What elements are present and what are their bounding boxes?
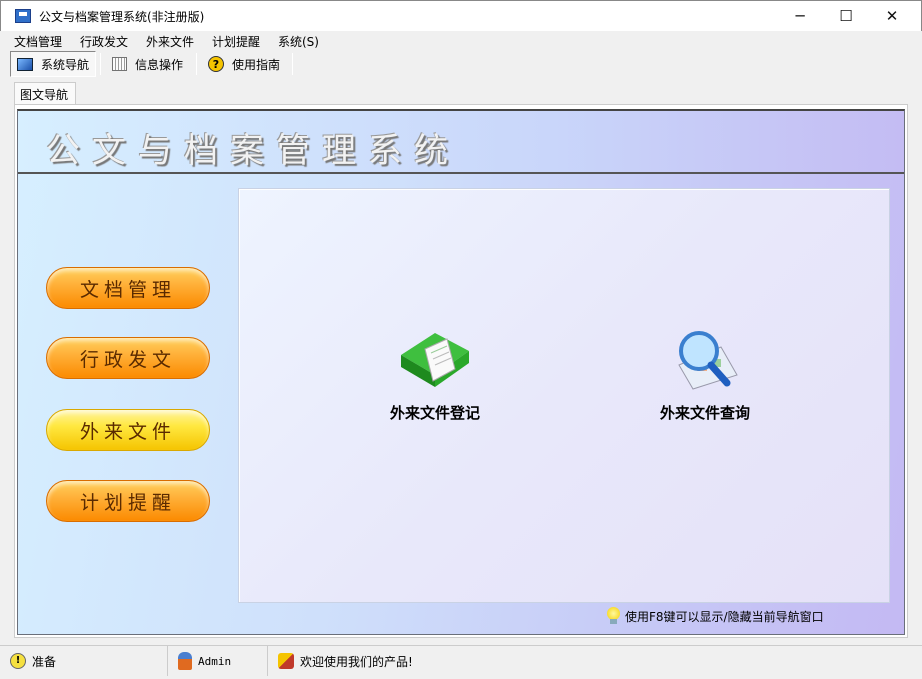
title-bar: 公文与档案管理系统(非注册版) ─ ☐ ✕ [0,0,922,31]
toolbar-label: 使用指南 [232,57,281,72]
nav-button-plans[interactable]: 计划提醒 [46,480,210,522]
status-text: 准备 [32,654,57,669]
window-title: 公文与档案管理系统(非注册版) [39,10,205,24]
close-button[interactable]: ✕ [869,1,915,31]
nav-button-dispatch[interactable]: 行政发文 [46,337,210,379]
monitor-icon [17,57,33,71]
lightbulb-icon [606,607,620,625]
toolbar-label: 信息操作 [135,57,184,72]
feature-register-incoming[interactable]: 外来文件登记 [365,329,505,423]
nav-button-docs[interactable]: 文档管理 [46,267,210,309]
app-icon [15,9,31,23]
maximize-button[interactable]: ☐ [823,1,869,31]
status-user: Admin [168,646,268,676]
toolbar: 系统导航 信息操作 ? 使用指南 [0,50,922,78]
minimize-button[interactable]: ─ [777,1,823,31]
feature-label: 外来文件查询 [659,404,750,422]
divider [196,53,197,75]
feature-label: 外来文件登记 [389,404,480,422]
toolbar-guide[interactable]: ? 使用指南 [202,51,286,77]
status-bar: ! 准备 Admin 欢迎使用我们的产品! [0,645,922,679]
toolbar-system-nav[interactable]: 系统导航 [10,51,96,77]
navigation-panel: 公文与档案管理系统 文档管理 行政发文 外来文件 计划提醒 外来文件登记 外来文… [17,109,905,635]
status-ready: ! 准备 [0,646,168,676]
nav-button-incoming[interactable]: 外来文件 [46,409,210,451]
banner-title: 公文与档案管理系统 [46,131,460,171]
hint-text: 使用F8键可以显示/隐藏当前导航窗口 [625,609,824,624]
menu-bar: 文档管理 行政发文 外来文件 计划提醒 系统(S) [0,31,922,50]
user-name: Admin [198,654,232,668]
magnifier-icon [678,331,738,390]
menu-incoming[interactable]: 外来文件 [146,33,194,50]
feature-area: 外来文件登记 外来文件查询 [238,188,890,603]
help-icon: ? [208,56,224,72]
f8-hint: 使用F8键可以显示/隐藏当前导航窗口 [606,607,824,625]
menu-docs[interactable]: 文档管理 [14,33,62,50]
product-icon [278,653,294,669]
menu-system[interactable]: 系统(S) [278,33,319,50]
feature-query-incoming[interactable]: 外来文件查询 [635,329,775,423]
grid-icon [112,57,127,71]
warning-bulb-icon: ! [10,653,26,669]
user-icon [178,652,192,670]
menu-admin-dispatch[interactable]: 行政发文 [80,33,128,50]
divider [100,53,101,75]
toolbar-info-ops[interactable]: 信息操作 [106,51,189,77]
welcome-text: 欢迎使用我们的产品! [300,654,413,669]
divider [292,53,293,75]
tab-graphic-nav[interactable]: 图文导航 [14,82,76,104]
green-book-icon [401,333,469,387]
toolbar-label: 系统导航 [41,57,90,72]
menu-plans[interactable]: 计划提醒 [212,33,260,50]
status-welcome: 欢迎使用我们的产品! [268,646,413,676]
banner-header: 公文与档案管理系统 [18,111,904,174]
